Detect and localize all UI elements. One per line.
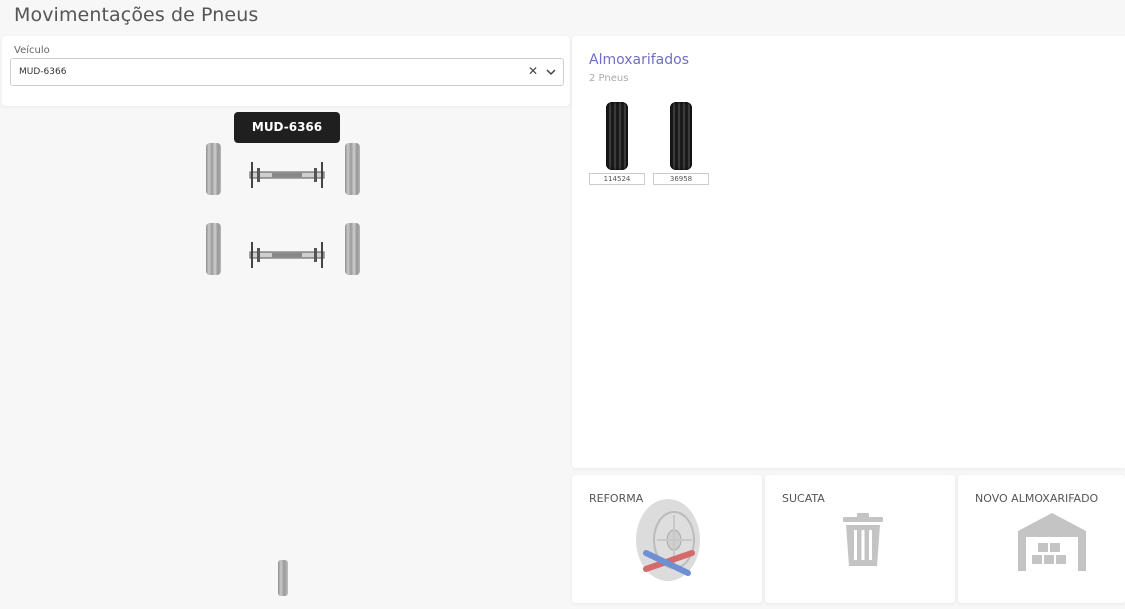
novo-almoxarifado-dropzone[interactable]: NOVO ALMOXARIFADO xyxy=(958,475,1125,603)
tire-icon xyxy=(670,102,692,170)
tire-slot-rear-right[interactable] xyxy=(345,223,360,275)
stock-tire-item[interactable]: 114524 xyxy=(589,102,645,185)
chevron-down-icon[interactable] xyxy=(545,66,557,78)
page-title: Movimentações de Pneus xyxy=(14,4,259,26)
tire-id: 36958 xyxy=(653,173,709,185)
axle-rear xyxy=(249,242,325,268)
trash-icon xyxy=(843,513,883,566)
novo-almoxarifado-label: NOVO ALMOXARIFADO xyxy=(975,492,1099,505)
vehicle-select-value: MUD-6366 xyxy=(19,67,67,77)
vehicle-selector-card: Veículo MUD-6366 ✕ xyxy=(2,36,570,106)
tire-slot-front-right[interactable] xyxy=(345,143,360,195)
vehicle-select[interactable]: MUD-6366 ✕ xyxy=(10,58,564,86)
sucata-dropzone[interactable]: SUCATA xyxy=(765,475,955,603)
clear-icon[interactable]: ✕ xyxy=(528,64,538,78)
reforma-dropzone[interactable]: REFORMA xyxy=(572,475,762,603)
stock-tire-item[interactable]: 36958 xyxy=(653,102,709,185)
tire-icon xyxy=(606,102,628,170)
vehicle-label: Veículo xyxy=(14,45,50,56)
tire-repair-icon xyxy=(636,499,700,581)
stock-title: Almoxarifados xyxy=(589,52,690,68)
tire-id: 114524 xyxy=(589,173,645,185)
warehouse-icon xyxy=(1018,513,1086,571)
spare-tire-slot[interactable] xyxy=(278,560,288,596)
sucata-label: SUCATA xyxy=(782,492,825,505)
stock-count: 2 Pneus xyxy=(589,73,629,84)
vehicle-plate-badge: MUD-6366 xyxy=(234,112,340,143)
axle-front xyxy=(249,162,325,188)
tire-slot-front-left[interactable] xyxy=(206,143,221,195)
stock-panel: Almoxarifados 2 Pneus 114524 36958 xyxy=(572,36,1125,468)
tire-slot-rear-left[interactable] xyxy=(206,223,221,275)
